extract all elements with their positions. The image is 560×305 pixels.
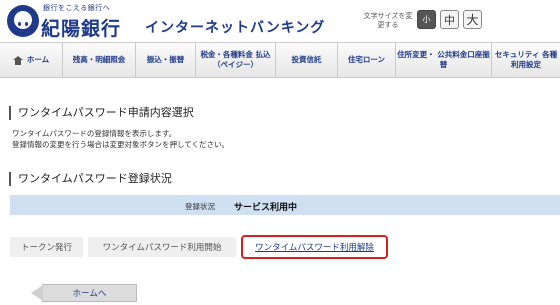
home-button-label: ホームへ — [72, 289, 107, 299]
status-label: 登録状況 — [185, 202, 215, 211]
page-title: ワンタイムパスワード申請内容選択 — [9, 106, 194, 120]
site-header: 銀行をこえる銀行へ 紀陽銀行 インターネットバンキング 文字サイズを変更する 小… — [0, 0, 560, 42]
nav-item-label: 残高・明細照会 — [72, 55, 126, 64]
nav-item-payeasy[interactable]: 税金・各種料金 払込（ペイジー） — [196, 43, 276, 77]
home-button[interactable]: ホームへ — [31, 284, 137, 302]
nav-item-balance[interactable]: 残高・明細照会 — [63, 43, 136, 77]
status-value: サービス利用中 — [234, 203, 298, 213]
nav-item-label: 税金・各種料金 払込（ペイジー） — [200, 50, 271, 69]
cancel-use-link[interactable]: ワンタイムパスワード利用解除 — [241, 235, 388, 259]
fontsize-medium-button[interactable]: 中 — [440, 10, 459, 29]
nav-item-label: ホーム — [26, 55, 50, 64]
fontsize-large-button[interactable]: 大 — [463, 10, 482, 29]
nav-item-label: 住所変更・ 公共料金口座振替 — [397, 50, 490, 69]
nav-item-housing-loan[interactable]: 住宅ローン — [338, 43, 396, 77]
bank-logo-icon[interactable] — [7, 5, 39, 37]
nav-item-label: セキュリティ 各種利用設定 — [494, 50, 558, 69]
section-title-registration-status: ワンタイムパスワード登録状況 — [9, 172, 172, 186]
nav-item-investment[interactable]: 投資信託 — [276, 43, 338, 77]
nav-item-address-change[interactable]: 住所変更・ 公共料金口座振替 — [396, 43, 492, 77]
back-arrow-icon — [31, 285, 43, 301]
bank-name[interactable]: 紀陽銀行 — [41, 14, 121, 41]
start-use-button[interactable]: ワンタイムパスワード利用開始 — [88, 237, 236, 257]
nav-item-label: 振込・振替 — [146, 55, 185, 64]
fontsize-label: 文字サイズを変更する — [363, 12, 413, 29]
token-issue-button[interactable]: トークン発行 — [10, 237, 83, 257]
bank-tagline: 銀行をこえる銀行へ — [43, 4, 111, 12]
nav-item-home[interactable]: ホーム — [0, 43, 63, 77]
nav-item-label: 投資信託 — [291, 55, 322, 64]
page-description-line1: ワンタイムパスワードの登録情報を表示します。 — [12, 129, 177, 138]
page-description-line2: 登録情報の変更を行う場合は変更対象ボタンを押してください。 — [12, 140, 230, 149]
nav-item-transfer[interactable]: 振込・振替 — [136, 43, 196, 77]
global-nav: ホーム 残高・明細照会 振込・振替 税金・各種料金 払込（ペイジー） 投資信託 … — [0, 42, 560, 78]
registration-status-bar: 登録状況 サービス利用中 — [10, 195, 560, 215]
fontsize-small-button[interactable]: 小 — [417, 10, 436, 29]
nav-item-label: 住宅ローン — [347, 55, 386, 64]
service-name: インターネットバンキング — [145, 20, 326, 36]
home-icon — [12, 55, 23, 65]
nav-item-security[interactable]: セキュリティ 各種利用設定 — [492, 43, 560, 77]
